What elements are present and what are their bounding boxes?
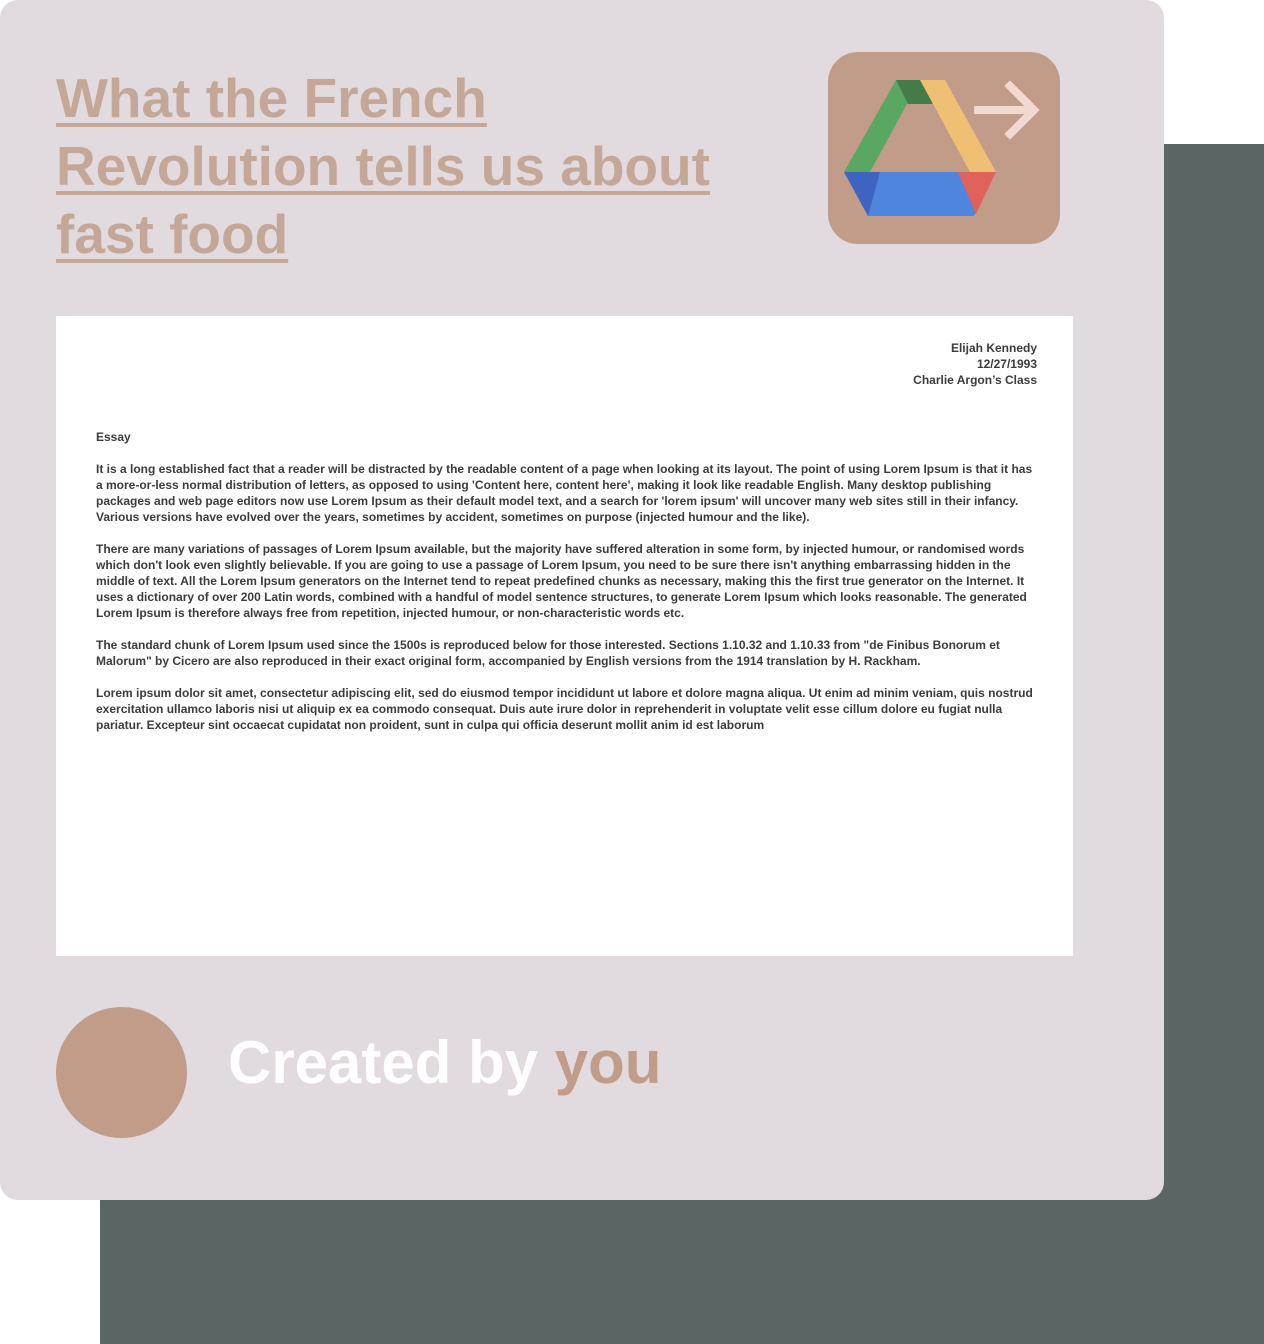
document-preview: Elijah Kennedy 12/27/1993 Charlie Argon’… bbox=[56, 316, 1073, 956]
document-header: Elijah Kennedy 12/27/1993 Charlie Argon’… bbox=[96, 340, 1037, 388]
title-line-2: Revolution tells us about bbox=[56, 135, 710, 197]
title-line-3: fast food bbox=[56, 203, 289, 265]
share-card: What the French Revolution tells us about… bbox=[0, 0, 1164, 1200]
title-link[interactable]: What the French Revolution tells us about… bbox=[56, 67, 710, 265]
essay-paragraph: The standard chunk of Lorem Ipsum used s… bbox=[96, 638, 1000, 668]
author-name: Elijah Kennedy bbox=[950, 341, 1037, 355]
avatar bbox=[56, 1007, 187, 1138]
essay-paragraph: There are many variations of passages of… bbox=[96, 542, 1027, 620]
created-by-you: you bbox=[554, 1029, 662, 1096]
open-in-drive-button[interactable] bbox=[828, 52, 1060, 244]
essay-paragraph: Lorem ipsum dolor sit amet, consectetur … bbox=[96, 686, 1033, 732]
created-by-text: Created by you bbox=[228, 1028, 661, 1098]
google-drive-icon bbox=[844, 80, 996, 216]
created-by-label: Created by bbox=[228, 1029, 555, 1096]
document-date: 12/27/1993 bbox=[976, 357, 1037, 371]
essay-paragraph: It is a long established fact that a rea… bbox=[96, 462, 1033, 524]
title-line-1: What the French bbox=[56, 67, 487, 129]
class-name: Charlie Argon’s Class bbox=[913, 373, 1037, 387]
page-title: What the French Revolution tells us about… bbox=[56, 64, 776, 268]
document-label: Essay bbox=[96, 430, 131, 444]
